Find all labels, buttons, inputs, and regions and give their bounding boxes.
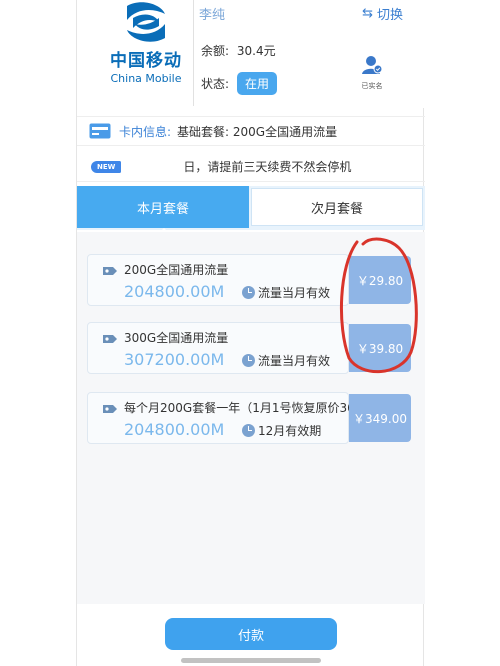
- plan-tabs: 本月套餐 次月套餐: [77, 186, 425, 237]
- clock-icon: [242, 424, 255, 437]
- package-validity-text: 流量当月有效: [258, 286, 331, 300]
- tab-current-month[interactable]: 本月套餐: [77, 186, 249, 228]
- logo-english-text: China Mobile: [110, 72, 182, 85]
- switch-label: 切换: [376, 8, 403, 23]
- status-badge: 在用: [237, 72, 278, 95]
- logo-chinese-text: 中国移动: [110, 51, 182, 71]
- package-list: 200G全国通用流量 204800.00M 流量当月有效 ￥29.80 300G…: [77, 232, 425, 604]
- card-info-label: 卡内信息:: [119, 124, 172, 139]
- account-header: 中国移动 China Mobile 李纯 ⇆ 切换 余额: 30.4元 状态: …: [77, 0, 425, 108]
- verified-indicator: 已实名: [357, 54, 387, 91]
- card-info-value: 基础套餐: 200G全国通用流量: [177, 124, 338, 139]
- package-price-button[interactable]: ￥29.80: [349, 256, 411, 304]
- notice-row: NEW 日，请提前三天续费不然会停机: [77, 152, 425, 182]
- china-mobile-logo-icon: [127, 2, 165, 42]
- china-mobile-logo: 中国移动 China Mobile: [91, 0, 201, 100]
- home-indicator: [181, 658, 321, 663]
- card-info-row: 卡内信息: 基础套餐: 200G全国通用流量: [77, 116, 425, 146]
- package-name: 200G全国通用流量: [124, 263, 229, 277]
- notice-text: 日，请提前三天续费不然会停机: [183, 160, 352, 174]
- clock-icon: [242, 354, 255, 367]
- tag-icon: [103, 405, 117, 413]
- verified-label: 已实名: [361, 82, 383, 90]
- package-validity: 12月有效期: [242, 422, 321, 439]
- tab-next-month[interactable]: 次月套餐: [251, 188, 423, 226]
- package-item[interactable]: 每个月200G套餐一年（1月1号恢复原价368 204800.00M 12月有效…: [87, 392, 362, 444]
- package-amount: 204800.00M: [124, 420, 225, 439]
- status-row: 状态: 在用: [201, 72, 278, 95]
- package-validity: 流量当月有效: [242, 352, 330, 369]
- package-item[interactable]: 300G全国通用流量 307200.00M 流量当月有效: [87, 322, 349, 374]
- package-amount: 204800.00M: [124, 282, 225, 301]
- user-name: 李纯: [199, 8, 226, 23]
- balance-label: 余额:: [201, 44, 230, 58]
- verified-user-icon: [362, 56, 383, 74]
- card-icon: [89, 123, 111, 139]
- tag-icon: [103, 335, 117, 343]
- header-divider: [193, 0, 194, 106]
- app-frame: 中国移动 China Mobile 李纯 ⇆ 切换 余额: 30.4元 状态: …: [76, 0, 425, 666]
- tag-icon: [103, 267, 117, 275]
- clock-icon: [242, 286, 255, 299]
- status-label: 状态:: [201, 77, 230, 91]
- package-item[interactable]: 200G全国通用流量 204800.00M 流量当月有效: [87, 254, 349, 306]
- switch-arrows-icon: ⇆: [362, 6, 373, 21]
- package-amount: 307200.00M: [124, 350, 225, 369]
- package-price-button[interactable]: ￥349.00: [349, 394, 411, 442]
- new-badge: NEW: [91, 160, 122, 173]
- balance-value: 30.4元: [236, 44, 276, 58]
- pay-button[interactable]: 付款: [165, 618, 337, 650]
- package-name: 300G全国通用流量: [124, 331, 229, 345]
- package-name: 每个月200G套餐一年（1月1号恢复原价368: [124, 401, 363, 415]
- switch-account-button[interactable]: ⇆ 切换: [362, 4, 403, 23]
- package-validity: 流量当月有效: [242, 284, 330, 301]
- package-validity-text: 流量当月有效: [258, 354, 331, 368]
- package-validity-text: 12月有效期: [258, 424, 322, 438]
- package-price-button[interactable]: ￥39.80: [349, 324, 411, 372]
- balance-row: 余额: 30.4元: [201, 42, 276, 59]
